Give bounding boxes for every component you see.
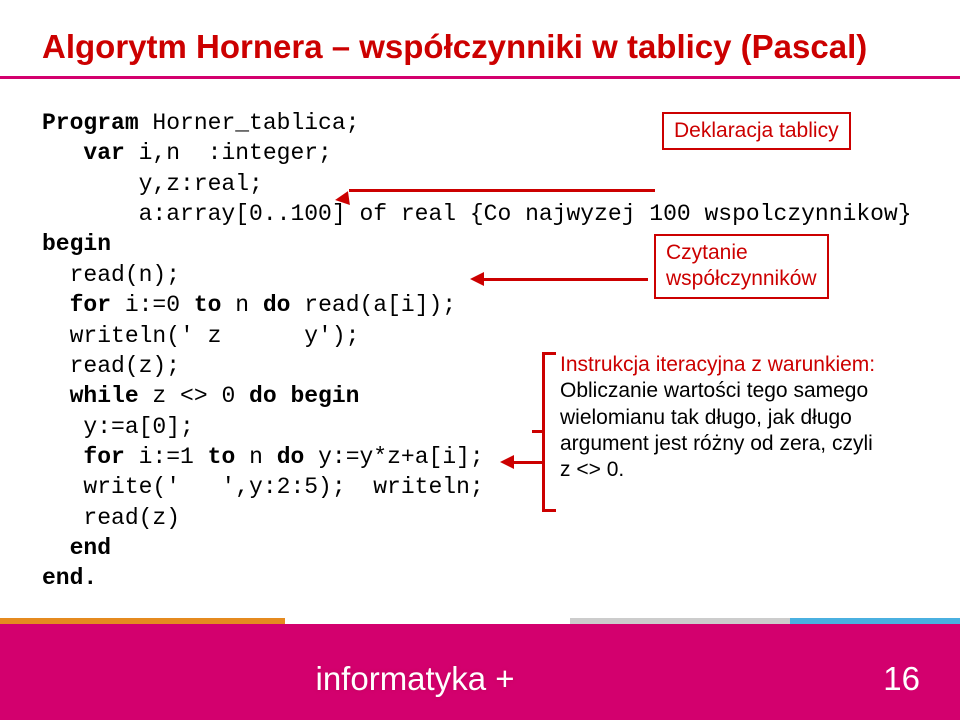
callout-text: Obliczanie wartości tego samego [560, 378, 930, 404]
code-t: read(a[i]); [290, 292, 456, 318]
brace-segment [542, 352, 545, 512]
callout-text: Deklaracja tablicy [674, 119, 839, 142]
kw-do: do [277, 444, 305, 470]
footer-title: informatyka + [0, 660, 830, 698]
code-t: z <> 0 [139, 383, 249, 409]
arrow-head-icon [470, 272, 484, 286]
kw-to: to [208, 444, 236, 470]
arrow-shaft [514, 461, 542, 464]
arrow-head-icon [334, 191, 350, 207]
code-t: n [235, 444, 276, 470]
callout-text: współczynników [666, 266, 817, 292]
arrow-head-icon [500, 455, 514, 469]
brace-segment [542, 509, 556, 512]
code-t: read(z) [42, 505, 180, 531]
kw-end: end. [42, 565, 97, 591]
footer-accent-bar [0, 618, 960, 630]
kw-to: to [194, 292, 222, 318]
slide-number: 16 [883, 660, 920, 698]
code-t: Horner_tablica; [139, 110, 360, 136]
callout-read-coefficients: Czytanie współczynników [654, 234, 829, 299]
code-t: write(' ',y:2:5); writeln; [42, 474, 484, 500]
code-t: y,z:real; [42, 171, 263, 197]
title-rule [0, 76, 960, 79]
kw-do-begin: do begin [249, 383, 359, 409]
code-t: i:=0 [111, 292, 194, 318]
slide-title: Algorytm Hornera – współczynniki w tabli… [42, 28, 867, 66]
brace-iteration [542, 352, 556, 512]
callout-text: argument jest różny od zera, czyli [560, 431, 930, 457]
arrow-shaft [484, 278, 648, 281]
brace-segment [532, 430, 542, 433]
kw-begin: begin [42, 231, 111, 257]
kw-end: end [42, 535, 111, 561]
callout-text: Instrukcja iteracyjna z warunkiem: [560, 352, 930, 378]
callout-iteration-instruction: Instrukcja iteracyjna z warunkiem: Oblic… [560, 352, 930, 483]
callout-text: wielomianu tak długo, jak długo [560, 405, 930, 431]
kw-do: do [263, 292, 291, 318]
callout-text: Czytanie [666, 240, 817, 266]
code-t: y:=a[0]; [42, 414, 194, 440]
code-t: read(z); [42, 353, 180, 379]
arrow-shaft [349, 189, 655, 192]
callout-array-declaration: Deklaracja tablicy [662, 112, 851, 150]
callout-text: z <> 0. [560, 457, 930, 483]
code-block: Program Horner_tablica; var i,n :integer… [42, 108, 912, 594]
code-t: y:=y*z+a[i]; [304, 444, 483, 470]
kw-for: for [42, 292, 111, 318]
kw-for: for [42, 444, 125, 470]
code-t: writeln(' z y'); [42, 323, 359, 349]
code-t: i:=1 [125, 444, 208, 470]
kw-while: while [42, 383, 139, 409]
code-t: a:array[0..100] of real {Co najwyzej 100… [42, 201, 912, 227]
code-t: n [221, 292, 262, 318]
kw-var: var [42, 140, 125, 166]
code-t: i,n :integer; [125, 140, 332, 166]
code-t: read(n); [42, 262, 180, 288]
accent-pink [0, 624, 960, 630]
kw-program: Program [42, 110, 139, 136]
